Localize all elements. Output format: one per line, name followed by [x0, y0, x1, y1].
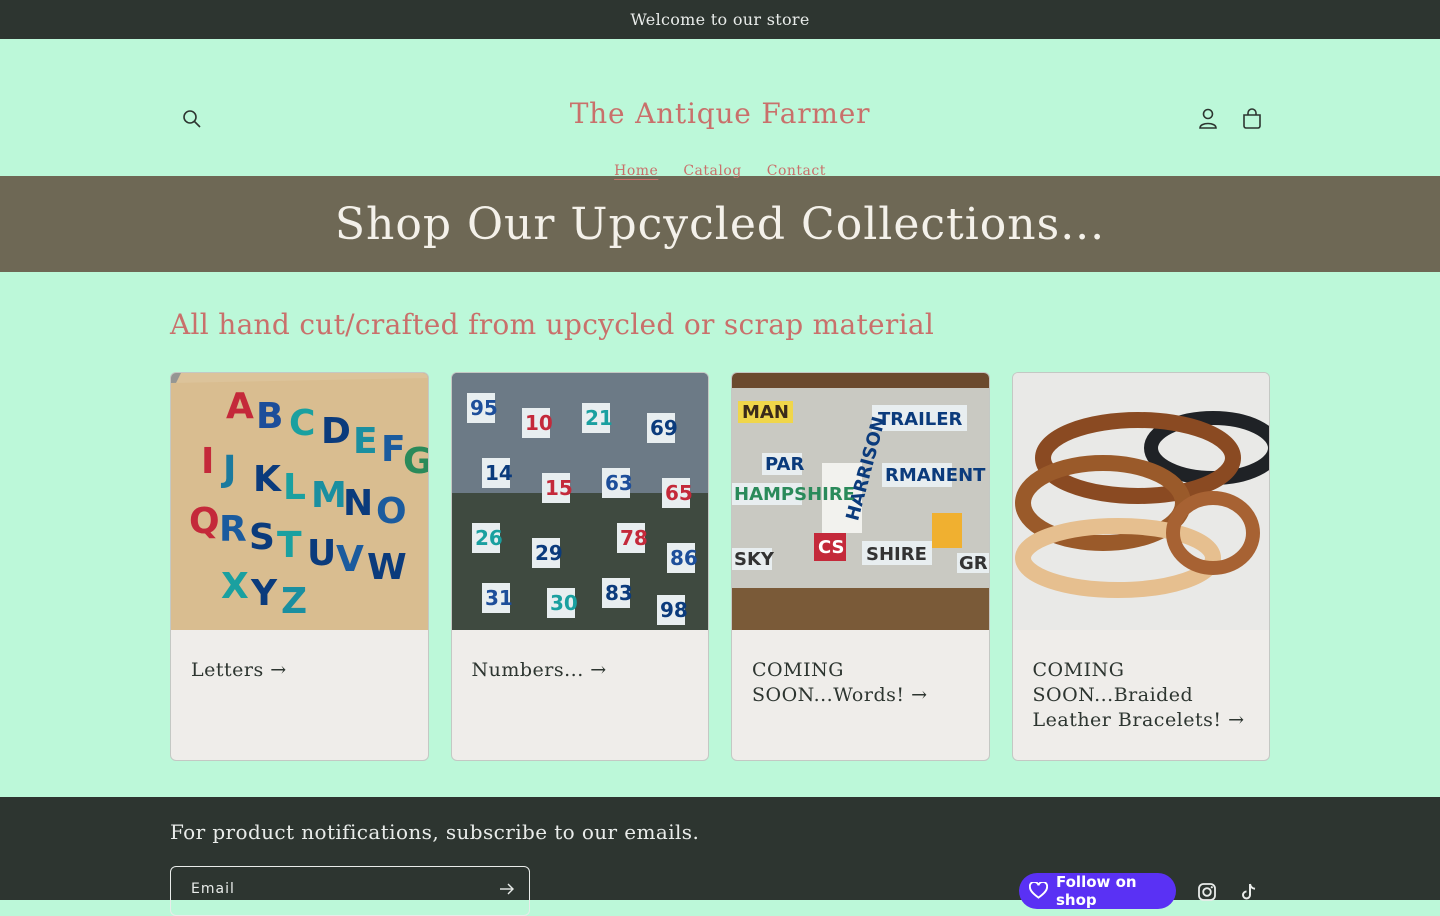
svg-text:S: S	[249, 517, 275, 558]
announcement-bar: Welcome to our store	[0, 0, 1440, 39]
svg-text:83: 83	[605, 581, 633, 605]
svg-text:HAMPSHIRE: HAMPSHIRE	[734, 484, 855, 505]
hero-banner: Shop Our Upcycled Collections...	[0, 176, 1440, 272]
collection-image-words: MAN TRAILER PAR HARRISON HAMPSHIRE RMANE…	[732, 373, 989, 630]
svg-text:21: 21	[585, 406, 613, 430]
collection-grid: ABCDEFG IJKLMNO QRSTUVW XYZ Letters →	[170, 372, 1270, 761]
svg-text:E: E	[353, 421, 378, 462]
svg-text:30: 30	[550, 591, 578, 615]
svg-text:N: N	[343, 483, 373, 524]
svg-text:L: L	[283, 467, 306, 508]
svg-text:95: 95	[470, 396, 498, 420]
collection-title-numbers: Numbers...	[471, 659, 584, 681]
svg-text:SHIRE: SHIRE	[866, 544, 927, 565]
svg-text:Y: Y	[250, 573, 278, 614]
svg-text:CS: CS	[818, 537, 845, 558]
collection-image-letters: ABCDEFG IJKLMNO QRSTUVW XYZ	[171, 373, 428, 630]
subscribe-button[interactable]	[497, 879, 517, 899]
svg-text:C: C	[289, 403, 315, 444]
svg-text:10: 10	[525, 411, 553, 435]
svg-text:98: 98	[660, 598, 688, 622]
svg-text:I: I	[201, 441, 214, 482]
subscribe-title: For product notifications, subscribe to …	[170, 820, 700, 844]
collection-title-bracelets: COMING SOON...Braided Leather Bracelets!	[1032, 659, 1222, 731]
nav-home[interactable]: Home	[614, 163, 658, 179]
svg-text:Z: Z	[281, 581, 307, 622]
cart-icon	[1243, 108, 1261, 129]
arrow-right-icon: →	[590, 659, 607, 681]
svg-text:69: 69	[650, 416, 678, 440]
svg-text:Q: Q	[189, 501, 220, 542]
collection-card-words[interactable]: MAN TRAILER PAR HARRISON HAMPSHIRE RMANE…	[731, 372, 990, 761]
arrow-right-icon: →	[1228, 709, 1245, 731]
svg-text:SKY: SKY	[734, 549, 775, 570]
email-label: Email	[191, 881, 235, 897]
collection-card-numbers[interactable]: 95 10 21 69 14 15 63 65 26 29 78 86 31 3…	[450, 372, 709, 761]
account-button[interactable]	[1194, 105, 1222, 133]
store-logo[interactable]: The Antique Farmer	[0, 97, 1440, 130]
collection-image-numbers: 95 10 21 69 14 15 63 65 26 29 78 86 31 3…	[451, 373, 709, 630]
svg-text:15: 15	[545, 476, 573, 500]
svg-text:65: 65	[665, 481, 693, 505]
svg-text:TRAILER: TRAILER	[878, 409, 963, 430]
svg-text:V: V	[336, 539, 364, 580]
instagram-link[interactable]	[1197, 882, 1217, 902]
nav-catalog[interactable]: Catalog	[683, 163, 741, 179]
svg-text:B: B	[256, 396, 283, 437]
tiktok-link[interactable]	[1239, 882, 1259, 902]
tiktok-icon	[1242, 883, 1256, 900]
site-footer: For product notifications, subscribe to …	[0, 797, 1440, 916]
svg-text:F: F	[381, 429, 406, 470]
nav-contact[interactable]: Contact	[767, 163, 826, 179]
collection-image-bracelets	[1012, 373, 1270, 630]
svg-text:X: X	[221, 566, 249, 607]
svg-text:PAR: PAR	[765, 454, 804, 475]
collection-list: All hand cut/crafted from upcycled or sc…	[0, 272, 1440, 797]
email-field[interactable]: Email	[170, 866, 530, 916]
collection-title-letters: Letters	[191, 659, 264, 681]
svg-text:K: K	[253, 459, 282, 500]
collections-heading: All hand cut/crafted from upcycled or sc…	[170, 308, 935, 341]
heart-icon	[1029, 882, 1048, 899]
svg-text:86: 86	[670, 546, 698, 570]
announcement-text: Welcome to our store	[630, 10, 810, 29]
account-icon	[1199, 108, 1217, 129]
svg-text:GRE: GRE	[959, 553, 989, 574]
collection-card-letters[interactable]: ABCDEFG IJKLMNO QRSTUVW XYZ Letters →	[170, 372, 429, 761]
svg-text:31: 31	[485, 586, 513, 610]
collection-title-words: COMING SOON...Words!	[752, 659, 905, 706]
arrow-right-icon: →	[911, 684, 928, 706]
svg-text:W: W	[367, 547, 407, 588]
cart-button[interactable]	[1238, 105, 1266, 133]
svg-text:R: R	[219, 509, 247, 550]
svg-text:14: 14	[485, 461, 513, 485]
main-nav: Home Catalog Contact	[0, 163, 1440, 179]
svg-text:63: 63	[605, 471, 633, 495]
site-header: The Antique Farmer Home Catalog Contact	[0, 39, 1440, 179]
svg-text:RMANENT: RMANENT	[885, 465, 986, 486]
instagram-icon	[1198, 883, 1216, 901]
arrow-right-icon: →	[270, 659, 287, 681]
collection-card-bracelets[interactable]: COMING SOON...Braided Leather Bracelets!…	[1011, 372, 1270, 761]
svg-text:MAN: MAN	[742, 402, 789, 423]
svg-text:26: 26	[475, 526, 503, 550]
svg-text:T: T	[277, 525, 302, 566]
svg-text:M: M	[311, 475, 347, 516]
svg-text:J: J	[220, 449, 236, 490]
svg-text:O: O	[376, 491, 407, 532]
shop-button-label: Follow on shop	[1055, 873, 1137, 909]
svg-text:G: G	[403, 441, 428, 482]
svg-text:29: 29	[535, 541, 563, 565]
svg-text:U: U	[307, 533, 336, 574]
banner-title: Shop Our Upcycled Collections...	[334, 198, 1106, 250]
arrow-right-icon	[500, 883, 514, 895]
svg-text:D: D	[321, 411, 351, 452]
svg-text:78: 78	[620, 526, 648, 550]
follow-on-shop-button[interactable]: Follow on shop	[1019, 873, 1176, 909]
svg-text:A: A	[226, 386, 254, 427]
